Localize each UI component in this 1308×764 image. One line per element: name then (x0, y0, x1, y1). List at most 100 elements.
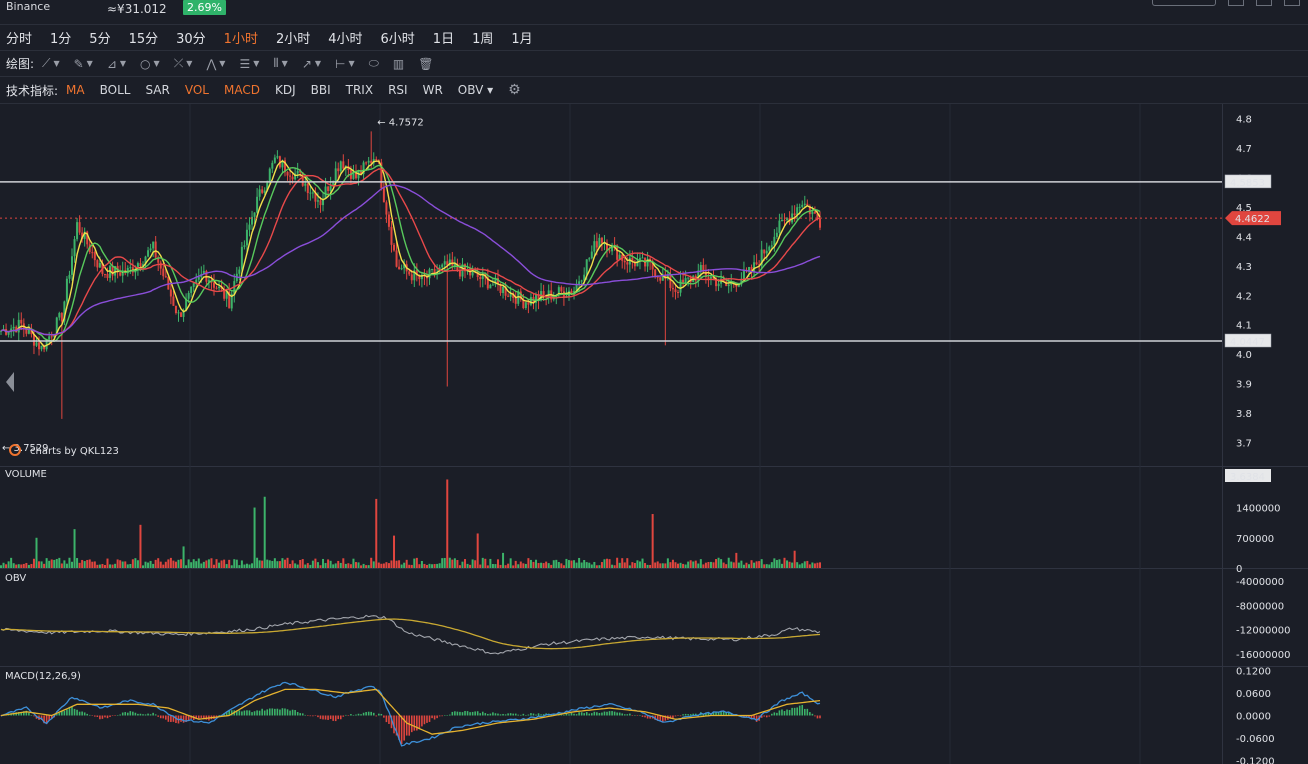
interval-tab-2[interactable]: 5分 (89, 28, 110, 47)
volume-bar (613, 565, 616, 568)
interval-tab-4[interactable]: 30分 (176, 28, 206, 47)
range-icon[interactable]: ⊢ ▼ (335, 57, 355, 71)
macd-histogram-bar (388, 715, 390, 724)
volume-bar (578, 557, 581, 568)
indicator-sar[interactable]: SAR (145, 83, 169, 97)
volume-bar (486, 565, 489, 568)
macd-histogram-bar (798, 705, 801, 716)
volume-bar (813, 563, 816, 568)
macd-histogram-bar (94, 715, 96, 717)
volume-bar (745, 562, 748, 568)
price-tick-label: 3.9 (1236, 380, 1252, 391)
volume-bar (684, 564, 687, 568)
indicator-obv[interactable]: OBV ▾ (458, 83, 493, 97)
account-button[interactable] (1152, 0, 1216, 6)
volume-bar (129, 564, 132, 568)
gear-icon[interactable]: ⚙ (508, 82, 521, 98)
volume-bar (791, 562, 794, 568)
indicator-macd[interactable]: MACD (224, 83, 260, 97)
interval-tab-5[interactable]: 1小时 (224, 28, 258, 47)
interval-tab-0[interactable]: 分时 (6, 28, 32, 47)
macd-histogram-bar (109, 715, 111, 717)
macd-histogram-bar (63, 710, 66, 716)
volume-bar (755, 561, 758, 568)
macd-histogram-bar (768, 715, 771, 717)
candle-body (253, 212, 256, 217)
macd-histogram-bar (289, 710, 291, 716)
macd-histogram-bar (101, 715, 104, 719)
candle-body (801, 204, 804, 207)
price-tick-label: 4.2 (1236, 291, 1252, 302)
volume-bar (10, 557, 13, 568)
indicator-trix[interactable]: TRIX (346, 83, 373, 97)
interval-tab-10[interactable]: 1周 (472, 28, 493, 47)
macd-histogram-bar (456, 711, 459, 716)
volume-bar (362, 563, 365, 568)
pen-icon[interactable]: ✎ ▼ (74, 57, 93, 71)
macd-histogram-bar (636, 715, 639, 716)
volume-bar (245, 563, 248, 568)
candle-body (410, 274, 413, 281)
circle-icon[interactable]: ○ ▼ (140, 57, 160, 71)
indicator-boll[interactable]: BOLL (100, 83, 131, 97)
grid-icon[interactable]: ⦀ ▼ (273, 56, 287, 71)
volume-bar (306, 563, 309, 568)
macd-histogram-bar (687, 714, 689, 716)
volume-bar (390, 560, 393, 568)
volume-bar (278, 561, 281, 568)
indicator-rsi[interactable]: RSI (388, 83, 408, 97)
indicator-label: 技术指标: (6, 83, 59, 98)
interval-tab-9[interactable]: 1日 (433, 28, 454, 47)
macd-histogram-bar (165, 715, 167, 720)
macd-histogram-bar (783, 711, 786, 716)
interval-tab-3[interactable]: 15分 (129, 28, 159, 47)
interval-tab-7[interactable]: 4小时 (328, 28, 362, 47)
candle-body (431, 269, 434, 271)
volume-tick-label: 1400000 (1236, 504, 1281, 515)
candle-body (96, 260, 99, 268)
macd-histogram-bar (580, 712, 583, 716)
arrow-icon[interactable]: ↗ ▼ (302, 57, 321, 71)
indicator-kdj[interactable]: KDJ (275, 83, 296, 97)
channel-icon[interactable]: ⊿ ▼ (107, 57, 126, 71)
volume-bar (796, 562, 799, 568)
fullscreen-icon[interactable] (1256, 0, 1272, 6)
close-icon[interactable] (1284, 0, 1300, 6)
volume-bar (50, 559, 53, 568)
trend-line-icon[interactable]: ⟋ ▼ (42, 56, 60, 71)
macd-histogram-bar (253, 711, 256, 716)
candle-body (268, 168, 271, 183)
volume-bar (806, 560, 809, 568)
settings-icon[interactable] (1228, 0, 1244, 6)
indicator-bbi[interactable]: BBI (311, 83, 331, 97)
chart-area[interactable]: 4.84.74.64.54.44.34.24.14.03.93.83.74.58… (0, 104, 1308, 764)
interval-tab-8[interactable]: 6小时 (381, 28, 415, 47)
exchange-name: Binance (6, 0, 51, 13)
cross-icon[interactable]: ⤫ ▼ (174, 56, 193, 71)
indicator-vol[interactable]: VOL (185, 83, 209, 97)
interval-tab-11[interactable]: 1月 (511, 28, 532, 47)
candle-body (588, 258, 591, 260)
pattern-icon[interactable]: ⋀ ▼ (206, 57, 225, 71)
trash-icon[interactable]: 🗑 (418, 57, 433, 71)
volume-bar (415, 557, 418, 568)
indicator-ma[interactable]: MA (66, 83, 85, 97)
volume-bar (177, 559, 180, 568)
volume-bar (552, 560, 555, 568)
volume-bar (730, 561, 733, 568)
volume-bar (248, 564, 251, 568)
candle-body (626, 262, 629, 265)
eraser-icon[interactable]: ⬭ (369, 56, 379, 71)
volume-bar (218, 562, 221, 568)
volume-bar (575, 562, 578, 568)
obv-tick-label: -12000000 (1236, 626, 1291, 637)
indicator-wr[interactable]: WR (423, 83, 443, 97)
chart-icon[interactable]: ▥ (393, 57, 404, 71)
candle-body (679, 279, 682, 293)
fib-icon[interactable]: ☰ ▼ (239, 57, 259, 71)
macd-histogram-bar (788, 710, 791, 716)
interval-tab-1[interactable]: 1分 (50, 28, 71, 47)
volume-bar (583, 559, 586, 568)
interval-tab-6[interactable]: 2小时 (276, 28, 310, 47)
candle-body (309, 192, 312, 194)
